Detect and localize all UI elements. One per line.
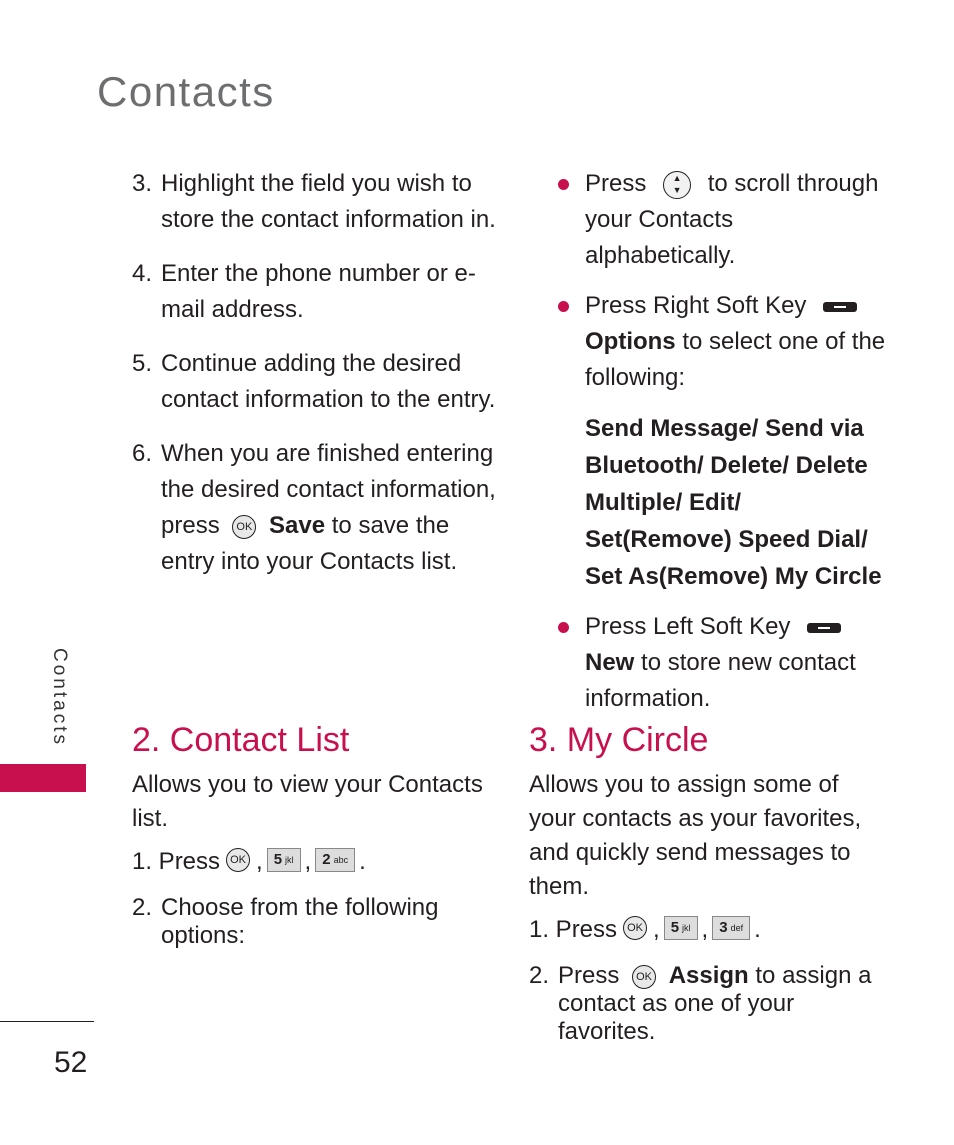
step-label: 1. Press <box>132 848 221 875</box>
left-steps: 3. Highlight the field you wish to store… <box>132 166 502 598</box>
ok-key-icon: OK <box>632 964 657 989</box>
step-number: 3. <box>132 170 153 197</box>
key-digit: 2 <box>322 851 331 868</box>
step-number: 2. <box>132 894 153 921</box>
step-item: 4. Enter the phone number or e-mail addr… <box>132 256 502 328</box>
contact-list-section: 2. Contact List Allows you to view your … <box>132 718 502 968</box>
side-tab-marker <box>0 764 86 792</box>
step-item: 6. When you are finished entering the de… <box>132 436 502 580</box>
key-digit: 5 <box>670 919 680 936</box>
key-5-icon: 5 jkl <box>266 848 301 872</box>
bullet-text-pre: Press Left Soft Key <box>585 613 791 640</box>
step-text: Enter the phone number or e-mail address… <box>161 260 476 323</box>
step-item: 2. Choose from the following options: <box>132 894 502 950</box>
section-description: Allows you to view your Contacts list. <box>132 771 483 832</box>
key-letters: jkl <box>682 923 691 933</box>
step-text: Continue adding the desired contact info… <box>161 350 496 413</box>
my-circle-section: 3. My Circle Allows you to assign some o… <box>529 718 889 1064</box>
step-text: Choose from the following options: <box>161 894 439 949</box>
ok-key-icon: OK <box>232 514 257 539</box>
bullet-item: Press Left Soft Key New to store new con… <box>529 609 889 717</box>
ok-key-icon: OK <box>226 848 251 872</box>
navigation-key-icon: ▲ ▼ <box>663 170 692 199</box>
right-bullets: Press ▲ ▼ to scroll through your Contacts… <box>529 166 889 731</box>
bullet-text-pre: Press Right Soft Key <box>585 292 807 319</box>
step-text: Highlight the field you wish to store th… <box>161 170 496 233</box>
options-list: Send Message/ Send via Bluetooth/ Delete… <box>585 415 882 590</box>
key-digit: 3 <box>719 919 728 936</box>
step-item: 3. Highlight the field you wish to store… <box>132 166 502 238</box>
key-letters: abc <box>333 855 349 865</box>
page-title: Contacts <box>97 68 275 115</box>
bullet-item: Press Right Soft Key Options to select o… <box>529 288 889 396</box>
key-letters: jkl <box>285 855 294 865</box>
key-5-icon: 5 jkl <box>663 916 698 940</box>
key-digit: 5 <box>273 851 283 868</box>
step-number: 5. <box>132 350 153 377</box>
section-heading: 3. My Circle <box>529 721 709 759</box>
step-number: 4. <box>132 260 153 287</box>
side-section-label: Contacts <box>49 648 70 747</box>
key-2-icon: 2 abc <box>315 848 356 872</box>
section-heading: 2. Contact List <box>132 721 350 759</box>
right-soft-key-icon <box>823 301 858 312</box>
bullet-dot-icon <box>529 166 585 274</box>
step-item: 1. Press OK, 5 jkl, 3 def. <box>529 916 761 943</box>
bullet-text-pre: Press <box>585 170 647 197</box>
section-description: Allows you to assign some of your contac… <box>529 771 862 900</box>
bullet-item: Press ▲ ▼ to scroll through your Contacts… <box>529 166 889 274</box>
step-item: 2. Press OK Assign to assign a contact a… <box>529 962 889 1046</box>
step-label: 1. Press <box>529 916 618 943</box>
key-letters: def <box>730 923 744 933</box>
ok-key-icon: OK <box>623 916 648 940</box>
step-text: When you are finished entering the desir… <box>161 436 502 580</box>
left-soft-key-icon <box>807 622 842 633</box>
key-3-icon: 3 def <box>712 916 751 940</box>
step-item: 5. Continue adding the desired contact i… <box>132 346 502 418</box>
footer-divider <box>0 1021 94 1022</box>
step-number: 6. <box>132 440 153 467</box>
step-text-bold: Assign <box>668 962 749 989</box>
step-number: 2. <box>529 962 550 989</box>
page-number: 52 <box>54 1046 88 1079</box>
step-text-pre: Press <box>558 962 620 989</box>
bullet-text-bold: Options <box>585 328 676 355</box>
bullet-text-bold: New <box>585 649 635 676</box>
bullet-dot-icon <box>529 609 585 717</box>
step-item: 1. Press OK, 5 jkl, 2 abc. <box>132 848 366 875</box>
step-text-bold: Save <box>269 512 326 539</box>
bullet-dot-icon <box>529 288 585 396</box>
